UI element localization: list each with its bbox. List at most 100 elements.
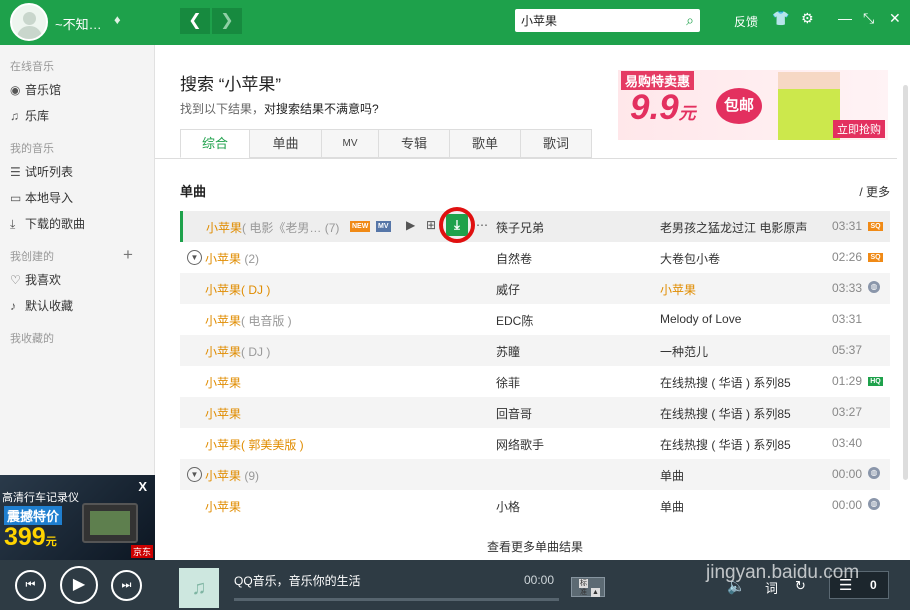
search-input[interactable] [521, 12, 671, 29]
song-title[interactable]: 小苹果 [205, 498, 241, 515]
song-title[interactable]: 小苹果 (2) [205, 250, 259, 267]
artist-name[interactable]: 徐菲 [496, 374, 520, 391]
back-button[interactable]: ❮ [180, 8, 210, 34]
heart-icon: ♡ [10, 273, 21, 287]
song-title[interactable]: 小苹果 [205, 405, 241, 422]
mv-badge[interactable]: MV [376, 221, 391, 232]
promo-banner[interactable]: 易购特卖惠 9.9元 包邮 立即抢购 [618, 70, 888, 140]
more-link[interactable]: / 更多 [859, 183, 890, 200]
album-name[interactable]: 在线热搜 ( 华语 ) 系列85 [660, 436, 791, 453]
mini-mode-icon[interactable]: ⤡ [863, 10, 874, 27]
sidebar-item-downloaded[interactable]: ⤓ 下载的歌曲 [10, 215, 85, 232]
duration: 03:33 [832, 281, 863, 295]
duration: 01:29 [832, 374, 863, 388]
sidebar-ad[interactable]: 高清行车记录仪 震撼特价 399元 X 京东 [0, 475, 155, 560]
sidebar-item-trial-list[interactable]: ☰ 试听列表 [10, 163, 73, 180]
song-title[interactable]: 小苹果( 电影《老男… (7) [206, 219, 339, 236]
ad-close-button[interactable]: X [138, 479, 147, 494]
close-icon[interactable]: ✕ [889, 10, 901, 27]
quality-select[interactable]: 标准 ▲ [571, 577, 605, 597]
banner-tag: 包邮 [716, 88, 762, 124]
scrollbar[interactable] [903, 85, 908, 480]
sidebar-item-music-hall[interactable]: ◉ 音乐馆 [10, 81, 61, 98]
tab-divider [155, 158, 897, 159]
play-button[interactable]: ▶ [60, 566, 98, 604]
sidebar-item-local-import[interactable]: ▭ 本地导入 [10, 189, 73, 206]
table-row[interactable]: 小苹果( DJ ) 威仔 小苹果 03:33 ◍ [180, 273, 890, 304]
artist-name[interactable]: 筷子兄弟 [496, 219, 544, 236]
banner-model-image [778, 72, 840, 140]
table-row[interactable]: 小苹果 回音哥 在线热搜 ( 华语 ) 系列85 03:27 [180, 397, 890, 428]
minimize-icon[interactable]: — [838, 10, 852, 26]
album-name[interactable]: 单曲 [660, 467, 684, 484]
search-icon[interactable]: ⌕ [686, 12, 694, 29]
song-title[interactable]: 小苹果( DJ ) [205, 343, 270, 360]
search-subtitle: 找到以下结果，对搜索结果不满意吗? [180, 102, 379, 116]
song-title[interactable]: 小苹果 (9) [205, 467, 259, 484]
tab-albums[interactable]: 专辑 [378, 129, 450, 158]
previous-button[interactable]: ⏮ [15, 570, 46, 601]
progress-bar[interactable] [234, 598, 559, 601]
download-icon[interactable]: ⤓ [446, 214, 468, 236]
tab-mv[interactable]: MV [321, 129, 379, 158]
add-playlist-icon[interactable]: + [123, 245, 133, 265]
banner-button[interactable]: 立即抢购 [833, 120, 885, 138]
table-row[interactable]: 小苹果( DJ ) 苏瞳 一种范儿 05:37 [180, 335, 890, 366]
album-name[interactable]: 单曲 [660, 498, 684, 515]
more-options-icon[interactable]: ⋯ [476, 218, 488, 232]
tab-all[interactable]: 综合 [180, 129, 250, 158]
avatar[interactable] [10, 3, 48, 41]
tab-songs[interactable]: 单曲 [249, 129, 322, 158]
download-icon: ⤓ [10, 217, 16, 231]
album-name[interactable]: 小苹果 [660, 281, 696, 298]
feedback-link[interactable]: 对搜索结果不满意吗? [264, 102, 379, 116]
album-cover[interactable]: ♫ [179, 568, 219, 608]
album-name[interactable]: 大卷包小卷 [660, 250, 720, 267]
sidebar-item-library[interactable]: ♫ 乐库 [10, 107, 49, 124]
song-title[interactable]: 小苹果( 郭美美版 ) [205, 436, 304, 453]
gear-icon[interactable]: ⚙ [801, 10, 814, 27]
album-name[interactable]: 在线热搜 ( 华语 ) 系列85 [660, 374, 791, 391]
song-title[interactable]: 小苹果( DJ ) [205, 281, 270, 298]
duration: 00:00 [832, 467, 863, 481]
artist-name[interactable]: 自然卷 [496, 250, 532, 267]
feedback-link[interactable]: 反馈 [734, 13, 758, 30]
play-icon[interactable]: ▶ [406, 218, 415, 232]
artist-name[interactable]: 回音哥 [496, 405, 532, 422]
table-row[interactable]: 小苹果 徐菲 在线热搜 ( 华语 ) 系列85 01:29 HQ [180, 366, 890, 397]
banner-price: 9.9元 [630, 88, 696, 127]
table-row[interactable]: 小苹果( 郭美美版 ) 网络歌手 在线热搜 ( 华语 ) 系列85 03:40 [180, 428, 890, 459]
tab-playlists[interactable]: 歌单 [449, 129, 521, 158]
diamond-icon[interactable]: ♦ [114, 12, 121, 27]
tab-lyrics[interactable]: 歌词 [520, 129, 592, 158]
expand-chevron-icon[interactable]: ▼ [187, 250, 202, 265]
artist-name[interactable]: EDC陈 [496, 312, 533, 329]
section-created: 我创建的 [10, 251, 54, 263]
more-results-link[interactable]: 查看更多单曲结果 [487, 538, 583, 555]
username[interactable]: ~不知… [55, 14, 102, 33]
table-row[interactable]: ▼ 小苹果 (9) 单曲 00:00 ◍ [180, 459, 890, 490]
table-row[interactable]: 小苹果( 电音版 ) EDC陈 Melody of Love 03:31 [180, 304, 890, 335]
add-to-list-icon[interactable]: ⊞ [426, 218, 436, 232]
album-name[interactable]: 在线热搜 ( 华语 ) 系列85 [660, 405, 791, 422]
artist-name[interactable]: 威仔 [496, 281, 520, 298]
artist-name[interactable]: 苏瞳 [496, 343, 520, 360]
ad-price: 399元 [4, 523, 57, 551]
table-row[interactable]: 小苹果( 电影《老男… (7) NEW MV ▶ ⊞ ⤓ ⋯ 筷子兄弟 老男孩之… [180, 207, 890, 243]
quality-sq-badge: SQ [868, 222, 883, 231]
skin-icon[interactable]: 👕 [772, 10, 789, 27]
album-name[interactable]: 一种范儿 [660, 343, 708, 360]
sidebar-item-favorites[interactable]: ♡ 我喜欢 [10, 271, 61, 288]
song-title[interactable]: 小苹果 [205, 374, 241, 391]
song-title[interactable]: 小苹果( 电音版 ) [205, 312, 292, 329]
album-name[interactable]: 老男孩之猛龙过江 电影原声 [660, 219, 807, 236]
section-online-music: 在线音乐 [10, 61, 54, 73]
next-button[interactable]: ⏭ [111, 570, 142, 601]
artist-name[interactable]: 小格 [496, 498, 520, 515]
expand-chevron-icon[interactable]: ▼ [187, 467, 202, 482]
table-row[interactable]: ▼ 小苹果 (2) 自然卷 大卷包小卷 02:26 SQ [180, 242, 890, 273]
album-name[interactable]: Melody of Love [660, 312, 741, 326]
forward-button[interactable]: ❯ [212, 8, 242, 34]
sidebar-item-default-collection[interactable]: ♪ 默认收藏 [10, 297, 73, 314]
artist-name[interactable]: 网络歌手 [496, 436, 544, 453]
